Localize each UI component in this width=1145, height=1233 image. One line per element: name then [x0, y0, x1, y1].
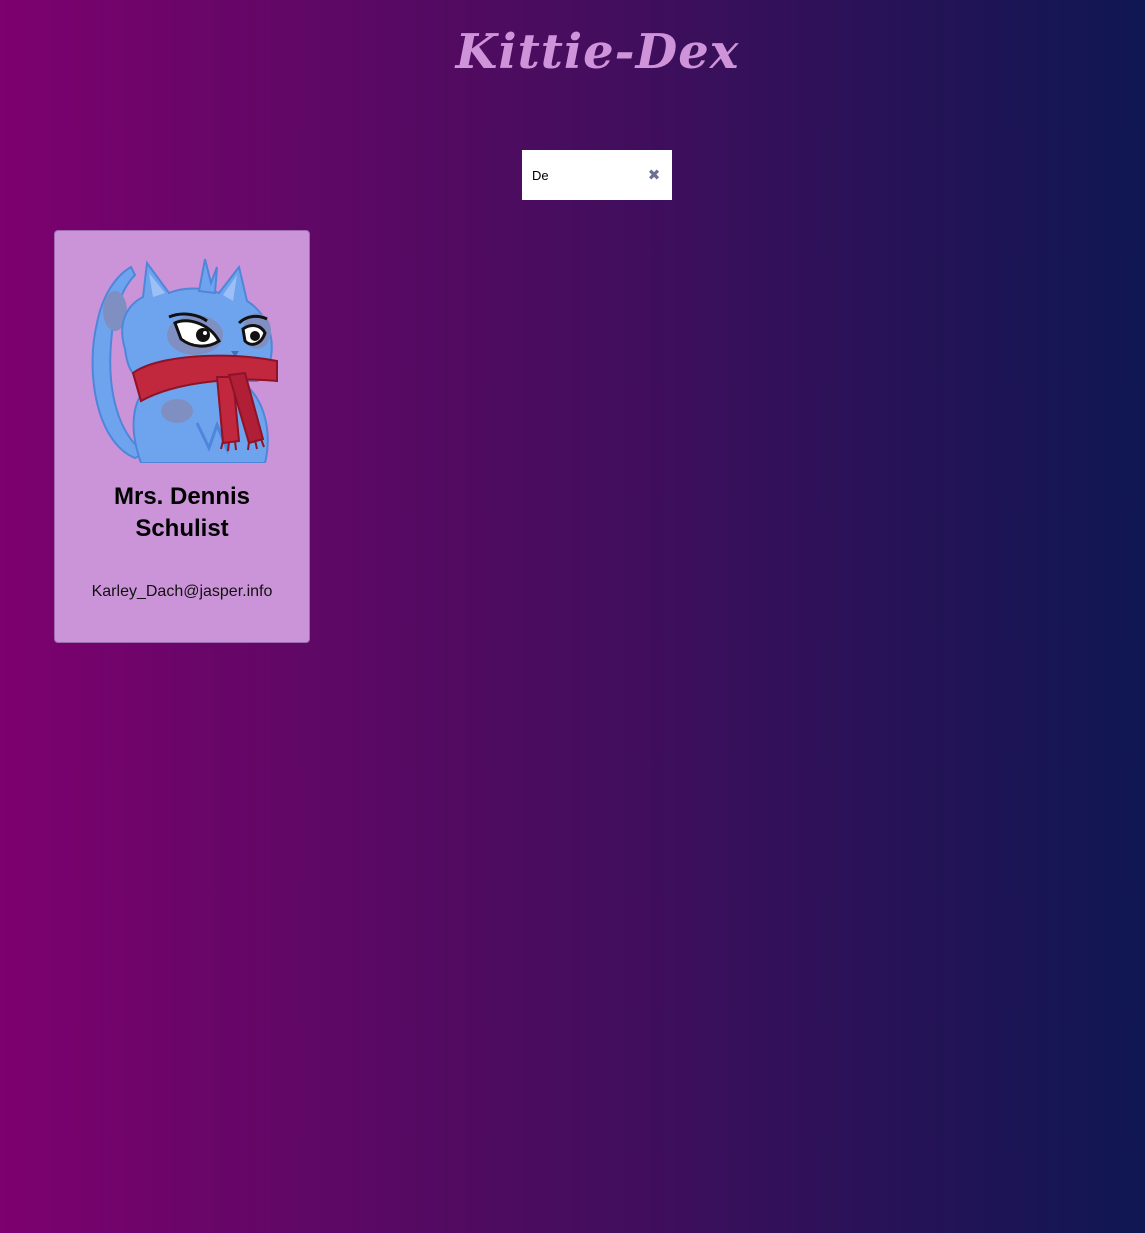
- search-input[interactable]: [522, 150, 646, 200]
- close-icon[interactable]: ✖: [647, 167, 661, 183]
- card-name: Mrs. Dennis Schulist: [113, 483, 251, 542]
- card-email: Karley_Dach@jasper.info: [91, 583, 273, 600]
- app-title: Kittie-Dex: [455, 24, 740, 80]
- card-monster[interactable]: Mrs. Dennis Schulist Karley_Dach@jasper.…: [54, 230, 310, 643]
- search-box: ✖: [522, 150, 672, 200]
- cat-avatar: [91, 258, 278, 463]
